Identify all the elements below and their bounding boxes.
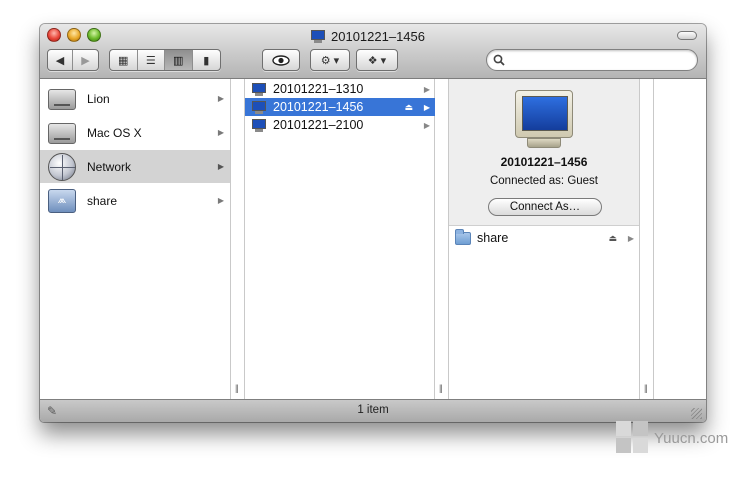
action-segment: ⚙ ▾ [310, 49, 350, 71]
list-item-label: 20101221–1310 [273, 82, 364, 96]
sidebar-item-lion[interactable]: Lion ▶ [40, 82, 230, 115]
disclosure-arrow-icon: ▶ [627, 233, 634, 243]
search-icon [493, 54, 505, 66]
sidebar-item-network[interactable]: Network ▶ [40, 150, 230, 183]
column-resize-handle[interactable]: || [435, 79, 449, 399]
status-bar: ✎ 1 item [40, 399, 706, 422]
column-resize-handle[interactable]: || [640, 79, 654, 399]
watermark-text: Yuucn.com [654, 429, 729, 447]
zoom-button[interactable] [87, 28, 101, 42]
dropbox-menu-button[interactable]: ❖ ▾ [357, 50, 397, 70]
toolbar-toggle-button[interactable] [677, 31, 697, 40]
eject-icon[interactable]: ⏏ [404, 102, 413, 113]
icon-view-button[interactable]: ▦ [110, 50, 138, 70]
list-item[interactable]: 20101221–2100 ▶ [245, 116, 435, 134]
quicklook-button[interactable] [263, 50, 299, 70]
finder-window: 20101221–1456 ◀ ▶ ▦ ☰ ▥ ▮ ⚙ ▾ ❖ ▾ Lion ▶… [40, 24, 706, 422]
connection-status: Connected as: Guest [489, 175, 599, 187]
disclosure-arrow-icon: ▶ [423, 84, 430, 94]
list-item[interactable]: 20101221–1310 ▶ [245, 80, 435, 98]
search-input[interactable] [509, 53, 689, 67]
sidebar-item-label: Network [87, 159, 132, 174]
sidebar-item-label: Lion [87, 91, 110, 106]
list-item-label: 20101221–2100 [273, 118, 364, 132]
list-item-label: 20101221–1456 [273, 100, 364, 114]
disclosure-arrow-icon: ▶ [217, 94, 224, 103]
hard-disk-icon [47, 119, 77, 147]
sidebar-item-label: share [87, 193, 118, 208]
shared-volume-icon: ⩕ [47, 187, 77, 215]
folder-icon [455, 228, 471, 245]
disclosure-arrow-icon: ▶ [423, 102, 430, 112]
item-count: 1 item [357, 404, 389, 416]
dropbox-segment: ❖ ▾ [356, 49, 398, 71]
toolbar-area: 20101221–1456 ◀ ▶ ▦ ☰ ▥ ▮ ⚙ ▾ ❖ ▾ [40, 24, 706, 79]
search-field[interactable] [486, 49, 698, 71]
column-resize-handle[interactable]: || [231, 79, 245, 399]
computer-icon [310, 29, 326, 43]
host-name: 20101221–1456 [500, 155, 588, 169]
close-button[interactable] [47, 28, 61, 42]
column-host-detail: 20101221–1456 Connected as: Guest Connec… [449, 79, 640, 399]
computer-icon [251, 82, 267, 96]
disclosure-arrow-icon: ▶ [217, 162, 224, 171]
window-title-text: 20101221–1456 [331, 28, 425, 44]
view-mode-segment: ▦ ☰ ▥ ▮ [109, 49, 221, 71]
list-item-selected[interactable]: 20101221–1456 ⏏ ▶ [245, 98, 435, 116]
disclosure-arrow-icon: ▶ [217, 196, 224, 205]
quicklook-segment [262, 49, 300, 71]
computer-monitor-icon [515, 90, 573, 150]
list-item-label: share [477, 231, 509, 245]
action-menu-button[interactable]: ⚙ ▾ [311, 50, 349, 70]
network-globe-icon [47, 152, 77, 181]
hard-disk-icon [47, 85, 77, 113]
computer-icon [251, 100, 267, 114]
sidebar-item-label: Mac OS X [87, 125, 142, 140]
forward-button[interactable]: ▶ [73, 50, 98, 70]
eject-icon[interactable]: ⏏ [608, 233, 617, 244]
empty-column [654, 79, 706, 399]
coverflow-view-button[interactable]: ▮ [193, 50, 220, 70]
minimize-button[interactable] [67, 28, 81, 42]
column-network-hosts: 20101221–1310 ▶ 20101221–1456 ⏏ ▶ 201012… [245, 79, 435, 399]
list-view-button[interactable]: ☰ [138, 50, 165, 70]
sidebar: Lion ▶ Mac OS X ▶ Network ▶ ⩕ share ▶ [40, 79, 231, 399]
column-view-button[interactable]: ▥ [165, 50, 193, 70]
watermark: Yuucn.com [616, 418, 740, 458]
window-title: 20101221–1456 [310, 27, 425, 45]
disclosure-arrow-icon: ▶ [217, 128, 224, 137]
navigation-segment: ◀ ▶ [47, 49, 99, 71]
back-button[interactable]: ◀ [48, 50, 73, 70]
list-item[interactable]: share ⏏ ▶ [449, 228, 639, 247]
sidebar-item-macosx[interactable]: Mac OS X ▶ [40, 116, 230, 149]
disclosure-arrow-icon: ▶ [423, 120, 430, 130]
host-preview: 20101221–1456 Connected as: Guest Connec… [449, 79, 639, 226]
computer-icon [251, 118, 267, 132]
sidebar-item-share[interactable]: ⩕ share ▶ [40, 184, 230, 217]
eye-icon [272, 54, 290, 66]
connect-as-button[interactable]: Connect As… [488, 198, 602, 216]
watermark-logo-icon [616, 421, 650, 455]
